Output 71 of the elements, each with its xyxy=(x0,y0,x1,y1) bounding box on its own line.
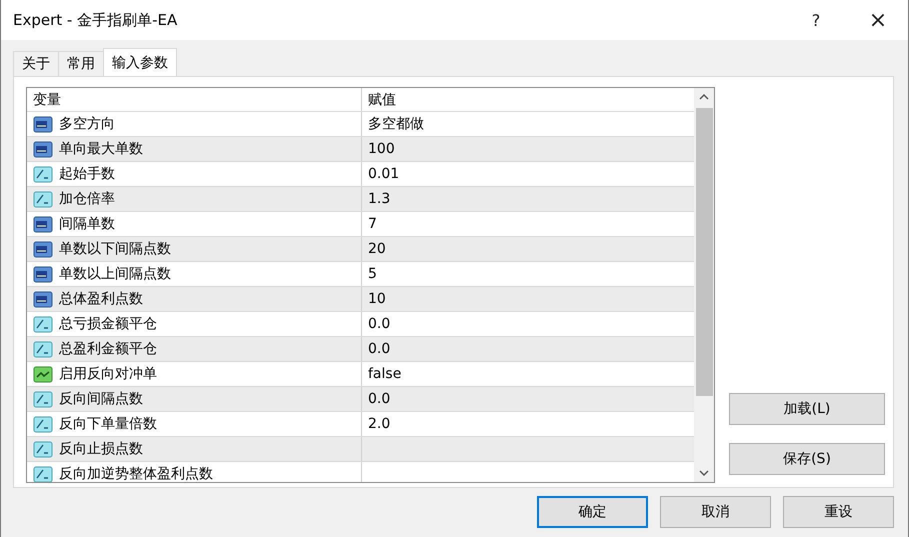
table-row[interactable]: 间隔单数 7 xyxy=(27,212,694,237)
parameter-name: 总亏损金额平仓 xyxy=(59,315,157,333)
fraction-icon xyxy=(33,440,53,458)
fraction-icon xyxy=(33,316,53,332)
scroll-thumb[interactable] xyxy=(696,108,712,396)
parameter-value: 0.0 xyxy=(368,316,390,332)
scrollbar[interactable] xyxy=(694,88,714,482)
parameter-name: 单数以上间隔点数 xyxy=(59,265,171,283)
toggle-icon xyxy=(33,366,53,382)
parameter-name: 起始手数 xyxy=(59,165,115,183)
table-row[interactable]: 反向下单量倍数 2.0 xyxy=(27,412,694,437)
tab[interactable]: 输入参数 xyxy=(103,48,177,76)
integer-icon xyxy=(33,266,53,282)
parameter-value: false xyxy=(368,366,402,382)
parameter-value: 多空都做 xyxy=(368,115,424,133)
parameter-value: 10 xyxy=(368,291,386,307)
close-button[interactable]: × xyxy=(854,0,902,40)
parameter-value: 7 xyxy=(368,216,377,232)
parameter-value: 100 xyxy=(368,141,395,157)
integer-icon xyxy=(33,216,53,232)
fraction-icon xyxy=(33,166,53,182)
dialog-button[interactable]: 确定 xyxy=(537,496,648,528)
table-row[interactable]: 总亏损金额平仓 0.0 xyxy=(27,312,694,337)
parameter-name: 启用反向对冲单 xyxy=(59,365,157,383)
side-button[interactable]: 加载(L) xyxy=(729,393,885,425)
parameter-name: 单数以下间隔点数 xyxy=(59,240,171,258)
parameter-value: 1.3 xyxy=(368,191,390,207)
fraction-icon xyxy=(33,340,53,358)
parameter-name: 总体盈利点数 xyxy=(59,290,143,308)
integer-icon xyxy=(33,290,53,308)
fraction-icon xyxy=(33,416,53,432)
fraction-icon xyxy=(33,190,53,208)
parameter-name: 总盈利金额平仓 xyxy=(59,340,157,358)
table-row[interactable]: 单数以上间隔点数 5 xyxy=(27,262,694,287)
parameter-value: 0.01 xyxy=(368,166,400,182)
table-row[interactable]: 总体盈利点数 10 xyxy=(27,287,694,312)
fraction-icon xyxy=(33,390,53,408)
integer-icon xyxy=(33,240,53,258)
integer-icon xyxy=(33,116,53,132)
parameter-name: 单向最大单数 xyxy=(59,140,143,158)
parameter-name: 反向加逆势整体盈利点数 xyxy=(59,465,213,482)
parameter-name: 反向止损点数 xyxy=(59,440,143,458)
parameter-value: 20 xyxy=(368,241,386,257)
column-header: 赋值 xyxy=(368,90,396,108)
integer-icon xyxy=(33,140,53,158)
table-row[interactable]: 反向止损点数 xyxy=(27,437,694,462)
table-row[interactable]: 多空方向 多空都做 xyxy=(27,112,694,137)
parameter-value: 5 xyxy=(368,266,377,282)
fraction-icon xyxy=(33,466,53,482)
table-row[interactable]: 起始手数 0.01 xyxy=(27,162,694,187)
parameter-value: 0.0 xyxy=(368,391,390,407)
dialog-button[interactable]: 取消 xyxy=(660,496,771,528)
parameter-name: 反向下单量倍数 xyxy=(59,415,157,433)
parameter-value: 2.0 xyxy=(368,416,390,432)
window-title: Expert - 金手指刷单-EA xyxy=(13,10,178,30)
parameter-name: 间隔单数 xyxy=(59,215,115,233)
parameter-name: 多空方向 xyxy=(59,115,115,133)
dialog-button[interactable]: 重设 xyxy=(783,496,894,528)
tab[interactable]: 关于 xyxy=(13,51,59,76)
table-row[interactable]: 单向最大单数 100 xyxy=(27,137,694,162)
table-row[interactable]: 启用反向对冲单 false xyxy=(27,362,694,387)
help-button[interactable]: ? xyxy=(792,0,840,40)
parameter-name: 加仓倍率 xyxy=(59,190,115,208)
side-button[interactable]: 保存(S) xyxy=(729,443,885,475)
parameter-value: 0.0 xyxy=(368,341,390,357)
table-row[interactable]: 单数以下间隔点数 20 xyxy=(27,237,694,262)
table-row[interactable]: 加仓倍率 1.3 xyxy=(27,187,694,212)
column-header: 变量 xyxy=(33,90,61,108)
parameter-name: 反向间隔点数 xyxy=(59,390,143,408)
table-row[interactable]: 反向间隔点数 0.0 xyxy=(27,387,694,412)
table-row[interactable]: 总盈利金额平仓 0.0 xyxy=(27,337,694,362)
